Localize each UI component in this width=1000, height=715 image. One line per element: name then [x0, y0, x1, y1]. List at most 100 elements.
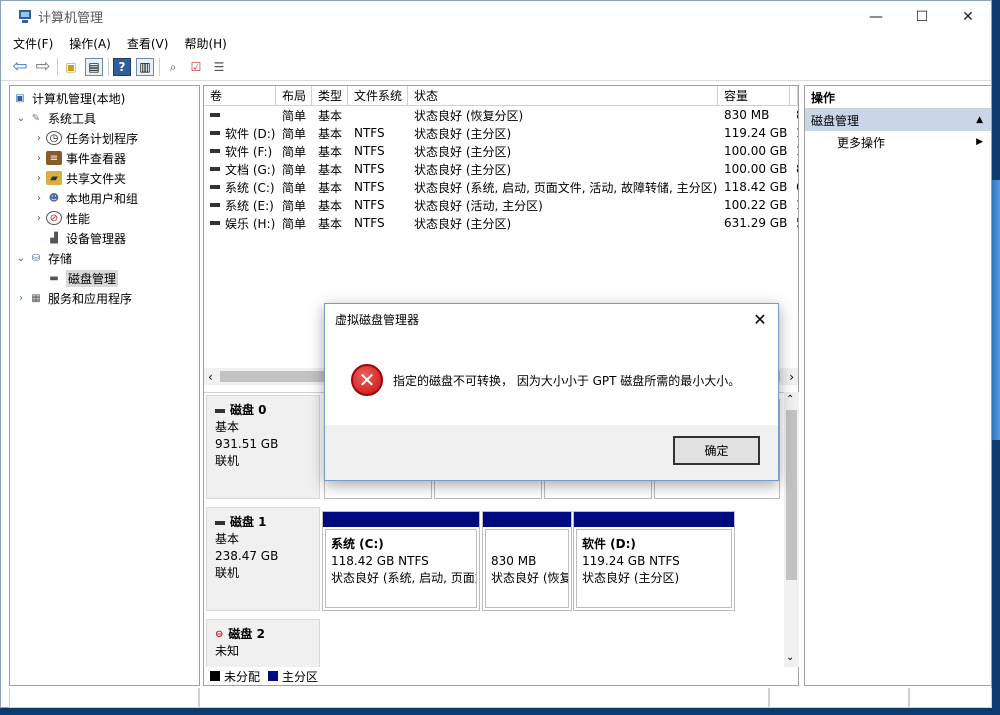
volume-row[interactable]: 简单基本 状态良好 (恢复分区) 830 MB 8	[204, 106, 798, 124]
tree-system-tools[interactable]: ⌄ ✎ 系统工具	[10, 108, 199, 128]
collapse-chevron-icon[interactable]: ⌄	[14, 113, 28, 124]
tree-shared-folders[interactable]: › ▰ 共享文件夹	[10, 168, 199, 188]
expand-chevron-icon[interactable]: ›	[32, 173, 46, 184]
disk-name: 磁盘 2	[228, 627, 265, 641]
cell-status: 状态良好 (主分区)	[414, 162, 512, 177]
tree-services-label: 服务和应用程序	[48, 291, 133, 306]
status-cell	[769, 688, 909, 708]
help-icon[interactable]: ?	[113, 58, 131, 76]
disk-label[interactable]: ⊖ 磁盘 2 未知	[206, 619, 320, 667]
cell-layout: 简单	[282, 108, 307, 123]
col-header-status[interactable]: 状态	[408, 86, 718, 105]
legend-unallocated: 未分配	[224, 669, 261, 684]
minimize-button[interactable]: —	[853, 1, 899, 32]
status-cell	[9, 688, 199, 708]
disk-type: 基本	[215, 420, 240, 434]
tree-local-users[interactable]: › ☻ 本地用户和组	[10, 188, 199, 208]
volume-row[interactable]: 软件 (D:) 简单基本 NTFS 状态良好 (主分区) 119.24 GB1	[204, 124, 798, 142]
actions-section-disk-management[interactable]: 磁盘管理 ▲	[805, 109, 991, 131]
title-bar: 计算机管理 — ☐ ✕	[1, 1, 991, 32]
expand-chevron-icon[interactable]: ›	[32, 133, 46, 144]
more-actions-item[interactable]: 更多操作 ▶	[805, 131, 991, 153]
up-folder-icon[interactable]: ▣	[62, 58, 80, 76]
toolbar-separator	[57, 58, 58, 76]
event-log-icon: ≡	[46, 151, 62, 165]
col-header-volume[interactable]: 卷	[204, 86, 276, 105]
maximize-button[interactable]: ☐	[899, 1, 945, 32]
cell-capacity: 631.29 GB	[724, 216, 788, 230]
expand-chevron-icon[interactable]: ›	[32, 153, 46, 164]
partition-recovery[interactable]: 830 MB 状态良好 (恢复	[482, 511, 572, 611]
tree-services[interactable]: › ▦ 服务和应用程序	[10, 288, 199, 308]
scroll-left-icon[interactable]: ‹	[208, 370, 213, 384]
back-arrow-icon[interactable]: ⇦	[11, 58, 29, 76]
tree-storage[interactable]: ⌄ ⛁ 存储	[10, 248, 199, 268]
properties-icon[interactable]: ▥	[136, 58, 154, 76]
scroll-down-icon[interactable]: ⌄	[786, 652, 794, 663]
vertical-scroll-thumb[interactable]	[786, 410, 797, 580]
menu-action[interactable]: 操作(A)	[69, 35, 111, 52]
disk-label[interactable]: 磁盘 1 基本 238.47 GB 联机	[206, 507, 320, 611]
volume-row[interactable]: 系统 (E:) 简单基本 NTFS 状态良好 (活动, 主分区) 100.22 GB1	[204, 196, 798, 214]
col-header-filesystem[interactable]: 文件系统	[348, 86, 408, 105]
tree-task-scheduler[interactable]: › ◷ 任务计划程序	[10, 128, 199, 148]
close-button[interactable]: ✕	[945, 1, 991, 32]
menu-file[interactable]: 文件(F)	[13, 35, 53, 52]
col-header-type[interactable]: 类型	[312, 86, 348, 105]
disk-row: ⊖ 磁盘 2 未知	[204, 617, 784, 667]
connect-icon[interactable]: ⌕	[164, 58, 182, 76]
disk-icon	[215, 520, 225, 525]
cell-layout: 简单	[282, 180, 307, 195]
partition-c[interactable]: 系统 (C:) 118.42 GB NTFS 状态良好 (系统, 启动, 页面文	[322, 511, 480, 611]
volume-rows: 简单基本状态良好 (恢复分区)830 MB8软件 (D:)简单基本NTFS状态良…	[204, 106, 798, 232]
volume-row[interactable]: 系统 (C:) 简单 基本 NTFS 状态良好 (系统, 启动, 页面文件, 活动, 故…	[204, 178, 798, 196]
error-icon: ✕	[351, 364, 383, 396]
partition-d[interactable]: 软件 (D:) 119.24 GB NTFS 状态良好 (主分区)	[573, 511, 735, 611]
partition-title: 软件 (D:)	[582, 537, 636, 551]
expand-chevron-icon[interactable]: ›	[32, 213, 46, 224]
disk-name: 磁盘 0	[230, 403, 267, 417]
tree-device-manager[interactable]: ▟ 设备管理器	[10, 228, 199, 248]
partition-size: 830 MB	[491, 554, 537, 568]
volume-icon	[210, 167, 220, 171]
partition-size: 118.42 GB NTFS	[331, 554, 429, 568]
cell-volume: 软件 (D:)	[204, 124, 276, 142]
menu-help[interactable]: 帮助(H)	[184, 35, 226, 52]
forward-arrow-icon[interactable]: ⇨	[34, 58, 52, 76]
collapse-up-icon[interactable]: ▲	[976, 115, 983, 125]
ok-button[interactable]: 确定	[673, 436, 760, 465]
show-hide-tree-icon[interactable]: ▤	[85, 58, 103, 76]
col-header-capacity[interactable]: 容量	[718, 86, 790, 105]
device-manager-icon: ▟	[50, 232, 58, 244]
cell-type: 基本	[318, 198, 343, 213]
expand-chevron-icon[interactable]: ›	[14, 293, 28, 304]
dialog-close-button[interactable]: ✕	[750, 309, 770, 329]
tree-disk-management[interactable]: ▬ 磁盘管理	[10, 268, 199, 288]
cell-type: 基本	[318, 180, 343, 195]
volume-name: 软件 (F:)	[225, 144, 273, 159]
status-bar	[9, 688, 992, 708]
cell-volume: 文档 (G:)	[204, 160, 276, 178]
clock-icon: ◷	[46, 131, 62, 145]
services-icon: ▦	[31, 292, 41, 304]
list-icon[interactable]: ☰	[210, 58, 228, 76]
expand-chevron-icon[interactable]: ›	[32, 193, 46, 204]
volume-row[interactable]: 软件 (F:) 简单基本 NTFS 状态良好 (主分区) 100.00 GB1	[204, 142, 798, 160]
volume-row[interactable]: 娱乐 (H:) 简单基本 NTFS 状态良好 (主分区) 631.29 GB5	[204, 214, 798, 232]
tree-root[interactable]: ▣ 计算机管理(本地)	[10, 88, 199, 108]
col-header-more[interactable]	[790, 86, 798, 105]
tree-performance[interactable]: › ⊘ 性能	[10, 208, 199, 228]
col-header-layout[interactable]: 布局	[276, 86, 312, 105]
check-icon[interactable]: ☑	[187, 58, 205, 76]
vertical-scrollbar[interactable]: ⌃ ⌄	[784, 392, 799, 667]
tree-event-viewer[interactable]: › ≡ 事件查看器	[10, 148, 199, 168]
disk-management-icon: ▬	[49, 272, 59, 284]
scroll-right-icon[interactable]: ›	[789, 370, 794, 384]
volume-row[interactable]: 文档 (G:) 简单基本 NTFS 状态良好 (主分区) 100.00 GB8	[204, 160, 798, 178]
menu-view[interactable]: 查看(V)	[127, 35, 169, 52]
actions-pane: 操作 磁盘管理 ▲ 更多操作 ▶	[804, 85, 992, 686]
status-cell	[909, 688, 992, 708]
collapse-chevron-icon[interactable]: ⌄	[14, 253, 28, 264]
disk-label[interactable]: 磁盘 0 基本 931.51 GB 联机	[206, 395, 320, 499]
scroll-up-icon[interactable]: ⌃	[786, 394, 794, 405]
